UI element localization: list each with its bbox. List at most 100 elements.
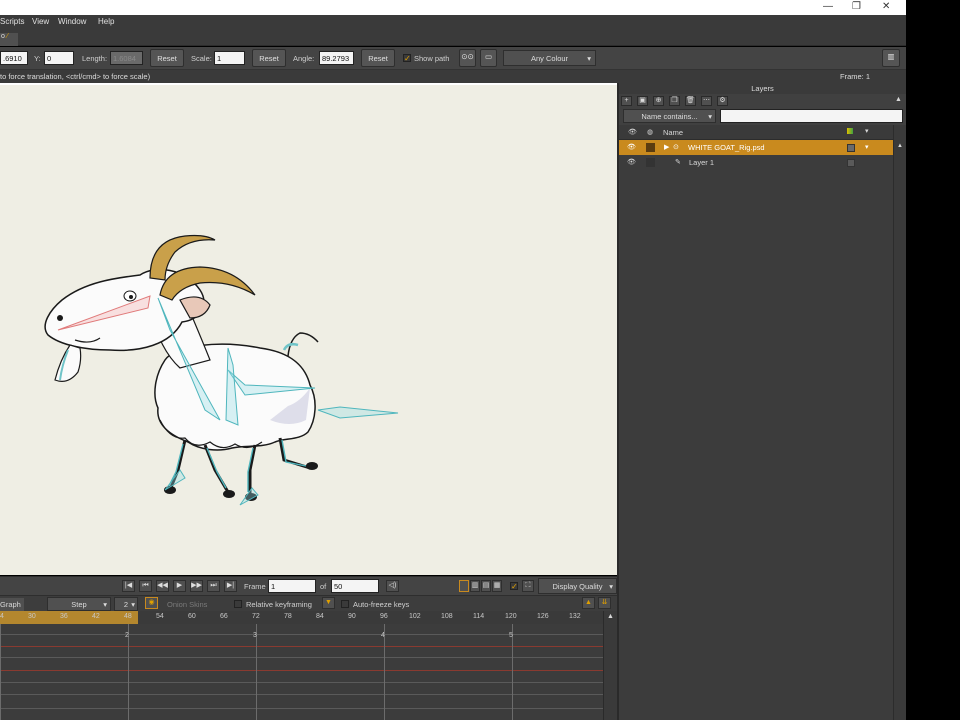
timeline-scrollbar[interactable]: ▲ (603, 611, 617, 720)
reset-scale-button[interactable]: Reset (252, 49, 286, 67)
layers-filter-bar: Name contains... ▾ (619, 108, 906, 125)
panel-collapse-icon[interactable]: ▲ (895, 96, 902, 103)
status-hint-bar: to force translation, <ctrl/cmd> to forc… (0, 70, 906, 83)
chevron-down-icon[interactable]: ▾ (865, 127, 869, 135)
menu-help[interactable]: Help (98, 17, 114, 26)
single-view-icon[interactable] (459, 580, 469, 592)
step-count-dropdown[interactable]: 2 ▾ (114, 597, 138, 611)
lock-toggle[interactable] (646, 143, 655, 152)
colour-dropdown[interactable]: Any Colour ▾ (503, 50, 596, 66)
layer-name[interactable]: Layer 1 (689, 158, 714, 167)
document-tab[interactable]: o ⁄ (0, 33, 18, 46)
sound-icon[interactable]: ◁) (386, 580, 399, 592)
reset-angle-button[interactable]: Reset (361, 49, 395, 67)
layer-name[interactable]: WHITE GOAT_Rig.psd (688, 143, 765, 152)
y-field[interactable]: 0 (44, 51, 74, 65)
menu-view[interactable]: View (32, 17, 49, 26)
total-frames-field[interactable]: 50 (331, 579, 379, 593)
bone-tail[interactable] (317, 406, 399, 419)
lock-toggle[interactable] (646, 158, 655, 167)
crop-icon[interactable]: ⛶ (522, 580, 534, 592)
book-icon[interactable]: ▥ (882, 49, 900, 67)
ruler-tick: 108 (441, 613, 453, 620)
onion-skin-icon[interactable]: ◉ (145, 597, 158, 609)
bone-bind-icon[interactable]: ▭ (480, 49, 497, 67)
ruler-tick: 132 (569, 613, 581, 620)
duplicate-layer-icon[interactable]: ❐ (669, 96, 680, 106)
graph-tab[interactable]: Graph (0, 598, 24, 612)
angle-field[interactable]: 89.2793 (319, 51, 354, 65)
prev-key-icon[interactable]: ⏮ (139, 580, 152, 592)
first-frame-icon[interactable]: |◀ (122, 580, 135, 592)
layers-column-header: 👁 ◍ Name ▾ (619, 125, 893, 140)
lock-column-icon[interactable]: ◍ (647, 128, 653, 136)
maximize-button[interactable]: ❐ (852, 1, 861, 12)
quad-view-icon[interactable]: ▦ (492, 580, 502, 592)
ruler-tick: 84 (316, 613, 324, 620)
menu-window[interactable]: Window (58, 17, 86, 26)
minimize-button[interactable]: — (823, 1, 833, 12)
visibility-column-icon[interactable]: 👁 (628, 128, 637, 136)
eye-icon[interactable]: 👁 (627, 143, 636, 151)
frame-gridline (0, 624, 1, 720)
close-button[interactable]: ✕ (882, 1, 890, 12)
hsplit-view-icon[interactable]: ▤ (481, 580, 491, 592)
step-forward-icon[interactable]: ▶▶ (190, 580, 203, 592)
layer-row[interactable]: 👁 ▶ ⊙ WHITE GOAT_Rig.psd ▾ (619, 140, 893, 155)
layer-filter-input[interactable] (720, 109, 903, 123)
last-frame-icon[interactable]: ▶| (224, 580, 237, 592)
more-options-icon[interactable]: ⋯ (701, 96, 712, 106)
expand-arrow-icon[interactable]: ▶ (664, 143, 669, 151)
play-icon[interactable]: ▶ (173, 580, 186, 592)
layers-scrollbar[interactable]: ▲ (893, 125, 906, 720)
frame-field[interactable]: 1 (268, 579, 316, 593)
split-view-icon[interactable]: ▥ (470, 580, 480, 592)
scale-label: Scale: (191, 54, 212, 63)
scale-field[interactable]: 1 (214, 51, 245, 65)
goat-hoof (306, 462, 318, 470)
keyframe-lock-icon[interactable]: ▼ (322, 597, 335, 609)
step-back-icon[interactable]: ◀◀ (156, 580, 169, 592)
eye-icon[interactable]: 👁 (627, 158, 636, 166)
ruler-tick: 54 (156, 613, 164, 620)
menu-scripts[interactable]: Scripts (0, 17, 24, 26)
leg-accent (206, 447, 227, 489)
name-column-header[interactable]: Name (663, 128, 683, 137)
onion-skins-label[interactable]: Onion Skins (167, 600, 207, 609)
length-field[interactable]: 1.6084 (110, 51, 143, 65)
name-contains-dropdown[interactable]: Name contains... ▾ (623, 109, 716, 123)
step-dropdown-label: Step (71, 600, 87, 609)
scroll-up-icon[interactable]: ▲ (607, 613, 614, 620)
display-quality-dropdown[interactable]: Display Quality ▾ (538, 578, 617, 594)
chevron-down-icon[interactable]: ▾ (865, 143, 869, 151)
display-quality-check[interactable]: ✓ (510, 582, 518, 591)
layer-row[interactable]: 👁 ✎ Layer 1 (619, 155, 893, 170)
ruler-tick: 42 (92, 613, 100, 620)
reset-length-button[interactable]: Reset (150, 49, 184, 67)
ruler-tick: 48 (124, 613, 132, 620)
auto-freeze-checkbox[interactable] (341, 600, 349, 608)
color-column-icon[interactable] (847, 128, 853, 134)
step-dropdown[interactable]: Step ▾ (47, 597, 111, 611)
goat-hoof (223, 490, 235, 498)
relative-keyframing-checkbox[interactable] (234, 600, 242, 608)
timeline-ruler[interactable]: 4 30 36 42 48 54 60 66 72 78 84 90 96 10… (0, 611, 617, 624)
delete-layer-icon[interactable]: 🗑 (685, 96, 696, 106)
layer-color-swatch[interactable] (847, 159, 855, 167)
scroll-up-icon[interactable]: ▲ (897, 143, 903, 149)
goat-illustration (44, 234, 399, 506)
layers-toolbar: + ▣ ⊕ ❐ 🗑 ⋯ ⚙ ▲ (619, 94, 906, 108)
collapse-icon[interactable]: ▲ (582, 597, 595, 609)
new-bone-layer-icon[interactable]: ⊕ (653, 96, 664, 106)
bone-link-icon[interactable]: ⊙⊙ (459, 49, 476, 67)
timeline-tracks[interactable]: 2 3 4 5 (0, 624, 603, 720)
layer-settings-icon[interactable]: ⚙ (717, 96, 728, 106)
new-layer-icon[interactable]: + (621, 96, 632, 106)
x-field[interactable]: .6910 (0, 51, 28, 65)
show-path-checkbox[interactable]: ✓ (403, 54, 411, 63)
expand-icon[interactable]: ⇊ (598, 597, 611, 609)
new-group-icon[interactable]: ▣ (637, 96, 648, 106)
layer-color-swatch[interactable] (847, 144, 855, 152)
canvas-viewport[interactable] (0, 83, 617, 575)
next-key-icon[interactable]: ⏭ (207, 580, 220, 592)
